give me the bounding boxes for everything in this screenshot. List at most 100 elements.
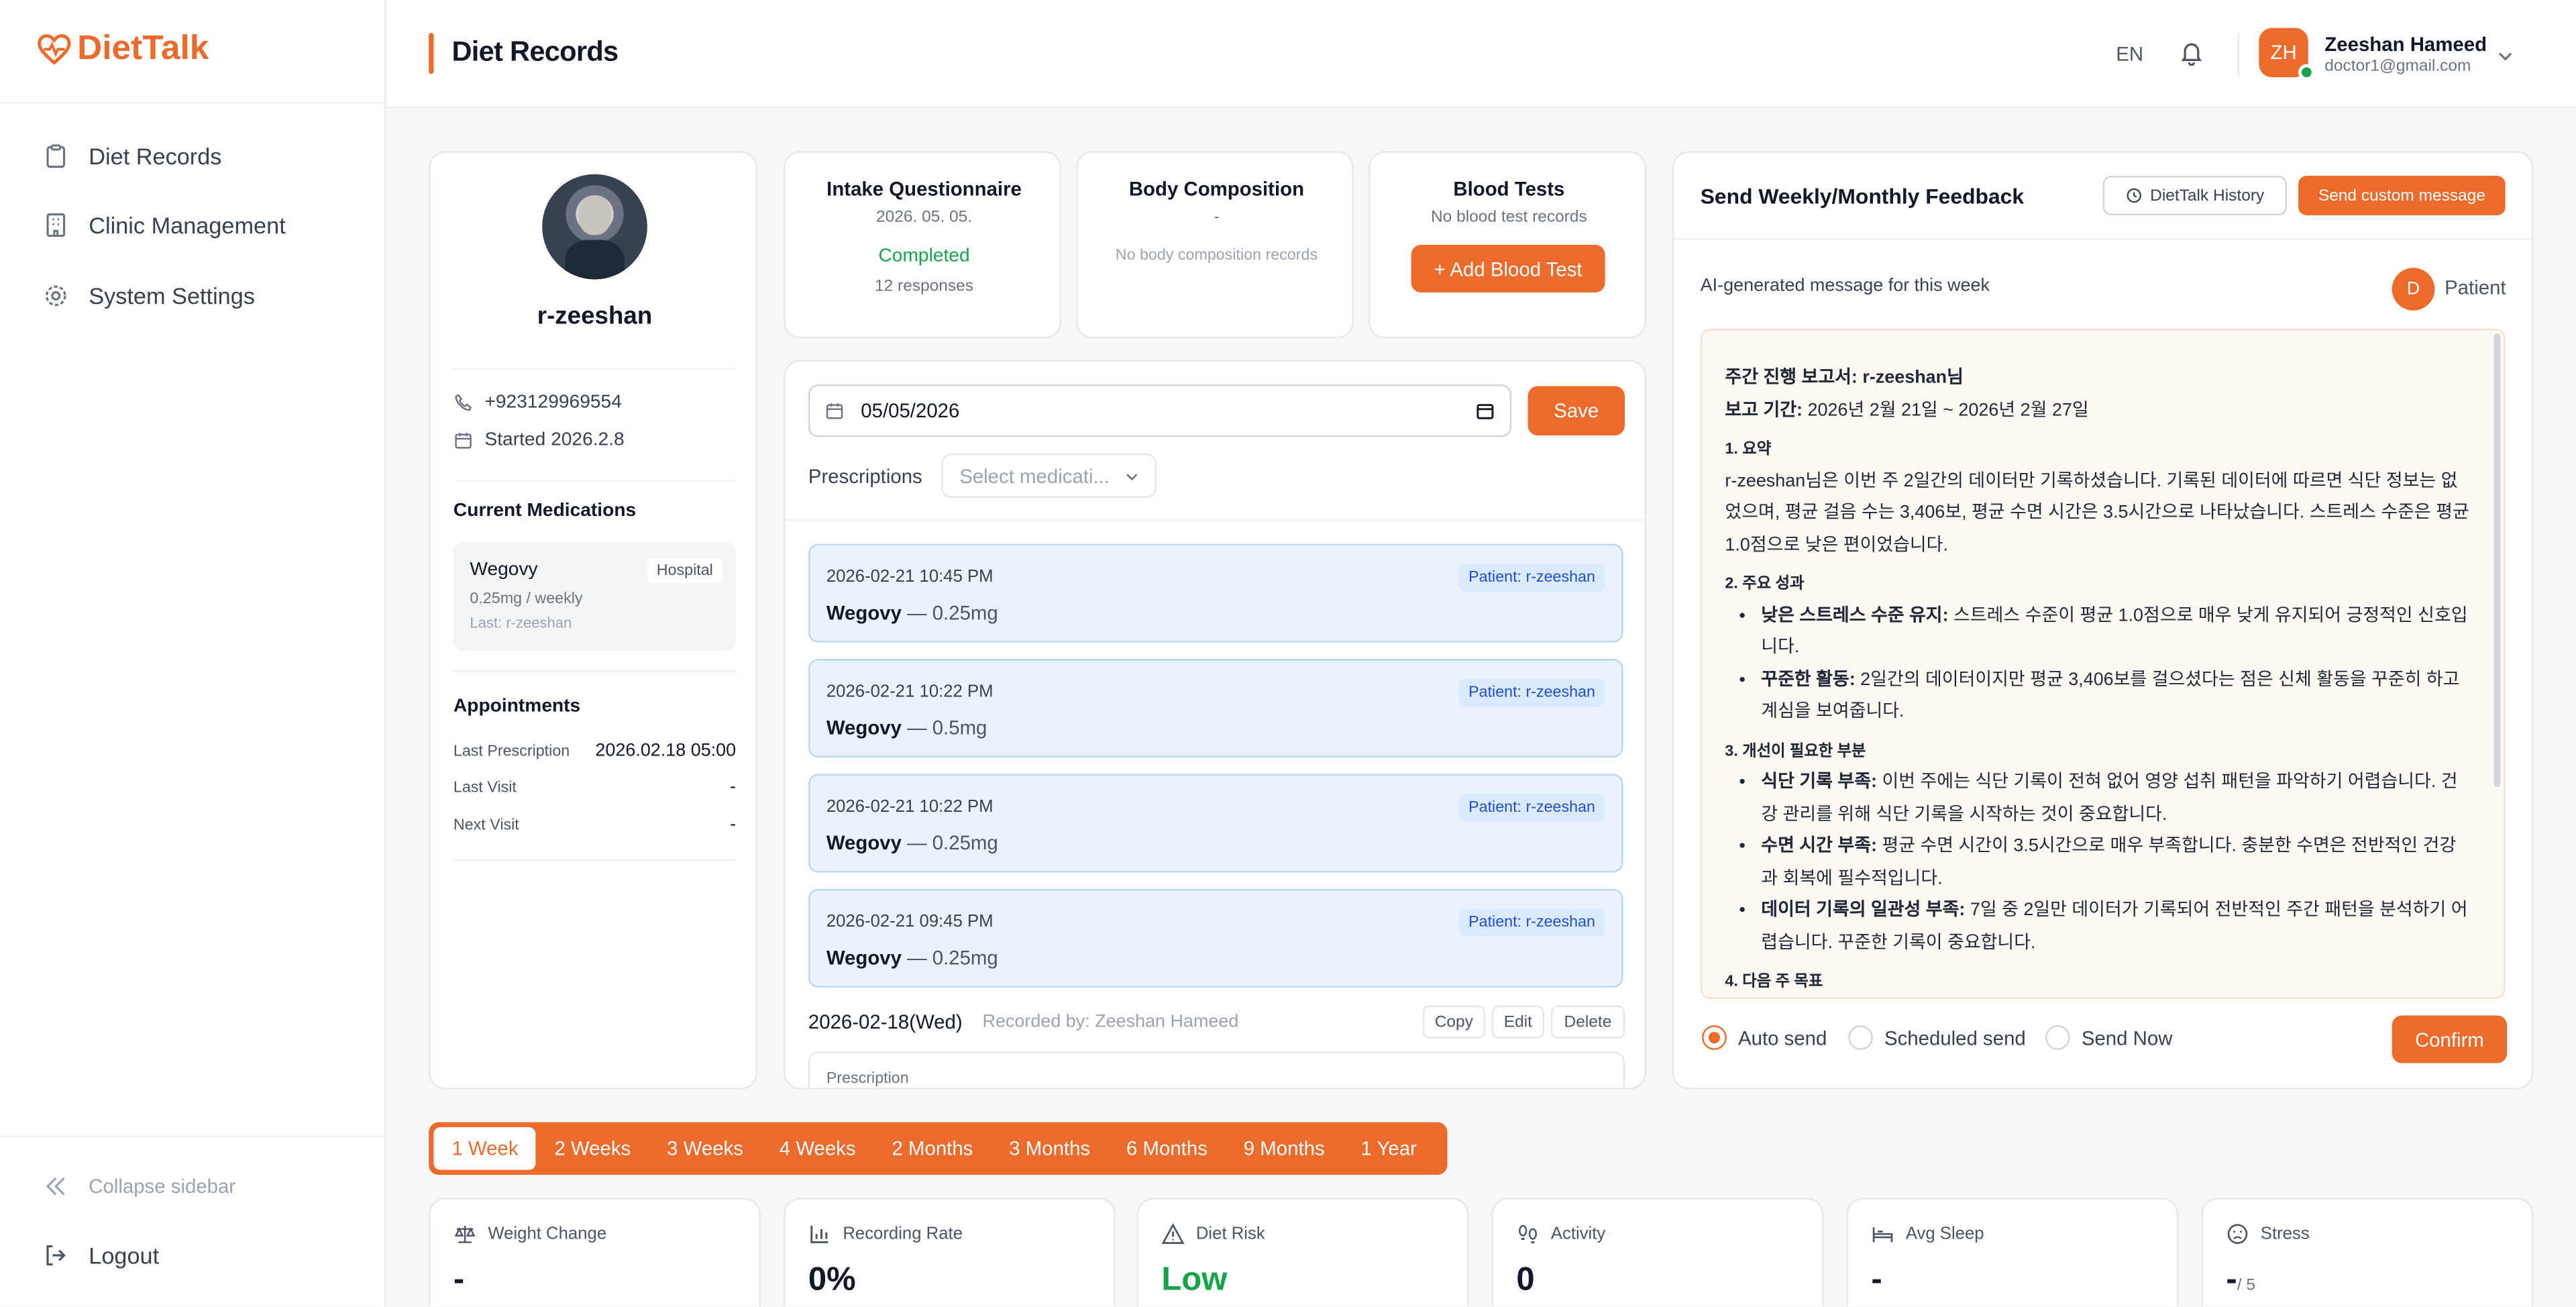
collapse-sidebar-button[interactable]: Collapse sidebar: [43, 1173, 235, 1200]
body-composition-card[interactable]: Body Composition - No body composition r…: [1076, 151, 1354, 339]
calendar-icon: [455, 433, 472, 449]
prescription-record[interactable]: 2026-02-21 10:22 PM Patient: r-zeeshan W…: [808, 659, 1623, 757]
patient-avatar: [542, 174, 647, 280]
warning-icon: [1161, 1222, 1185, 1245]
edit-button[interactable]: Edit: [1491, 1005, 1545, 1039]
diettalk-history-button[interactable]: DietTalk History: [2102, 176, 2287, 215]
record-medication: Wegovy — 0.25mg: [826, 601, 998, 624]
user-email: doctor1@gmail.com: [2324, 57, 2471, 76]
day-label: 2026-02-18(Wed): [808, 1010, 963, 1034]
med-dose: — 0.5mg: [901, 716, 987, 740]
record-datetime: 2026-02-21 09:45 PM: [826, 912, 994, 932]
chevron-down-icon[interactable]: [2496, 44, 2515, 74]
stat-label-text: Stress: [2260, 1224, 2310, 1244]
prescription-record[interactable]: 2026-02-21 10:22 PM Patient: r-zeeshan W…: [808, 774, 1623, 873]
divider: [453, 859, 737, 861]
stat-value: -: [1871, 1261, 1882, 1298]
stat-label-text: Recording Rate: [843, 1224, 963, 1244]
period-option-6-months[interactable]: 6 Months: [1108, 1127, 1226, 1170]
confirm-button[interactable]: Confirm: [2392, 1015, 2508, 1063]
date-input[interactable]: 05/05/2026: [808, 384, 1512, 437]
medication-card[interactable]: Wegovy Hospital 0.25mg / weekly Last: r-…: [453, 542, 737, 651]
subsection-label: Prescription: [826, 1069, 909, 1088]
add-blood-test-button[interactable]: + Add Blood Test: [1411, 244, 1605, 293]
prescriptions-label: Prescriptions: [808, 465, 922, 488]
divider: [0, 1135, 386, 1137]
history-label: DietTalk History: [2150, 186, 2265, 205]
scale-icon: [454, 1225, 476, 1243]
auto-send-radio[interactable]: Auto send: [1702, 1025, 1827, 1050]
sidebar: DietTalk Diet Records Clinic Management …: [0, 0, 386, 1306]
period-option-1-year[interactable]: 1 Year: [1343, 1127, 1435, 1170]
prescription-record[interactable]: 2026-02-21 10:45 PM Patient: r-zeeshan W…: [808, 543, 1623, 643]
body-comp-value: -: [1214, 209, 1220, 227]
period-option-2-months[interactable]: 2 Months: [874, 1127, 991, 1170]
medication-dose: 0.25mg / weekly: [470, 590, 583, 609]
item-bold: 수면 시간 부족:: [1761, 836, 1877, 856]
intake-questionnaire-card[interactable]: Intake Questionnaire 2026. 05. 05. Compl…: [784, 151, 1062, 339]
period-option-9-months[interactable]: 9 Months: [1226, 1127, 1343, 1170]
app-logo[interactable]: DietTalk: [36, 30, 209, 69]
period-option-2-weeks[interactable]: 2 Weeks: [537, 1127, 649, 1170]
send-now-radio[interactable]: Send Now: [2045, 1025, 2172, 1050]
stat-card-weight-change: Weight Change -: [429, 1198, 761, 1306]
medication-select[interactable]: Select medicati...: [941, 453, 1157, 499]
date-picker-icon[interactable]: [1475, 401, 1495, 421]
report-list-item: 데이터 기록의 일관성 부족: 7일 중 2일만 데이터가 기록되어 전반적인 …: [1761, 896, 2472, 960]
feedback-title: Send Weekly/Monthly Feedback: [1700, 184, 2025, 209]
select-placeholder: Select medicati...: [959, 465, 1110, 488]
patient-tag: Patient: r-zeeshan: [1458, 678, 1605, 707]
period-option-3-weeks[interactable]: 3 Weeks: [649, 1127, 761, 1170]
delete-button[interactable]: Delete: [1550, 1005, 1625, 1039]
stat-card-recording-rate: Recording Rate 0%: [784, 1198, 1116, 1306]
scheduled-send-radio[interactable]: Scheduled send: [1848, 1025, 2026, 1050]
report-textbox[interactable]: 주간 진행 보고서: r-zeeshan님 보고 기간: 2026년 2월 21…: [1700, 328, 2506, 999]
period-option-1-week[interactable]: 1 Week: [433, 1127, 537, 1170]
medication-name: Wegovy: [470, 560, 538, 580]
record-datetime: 2026-02-21 10:22 PM: [826, 682, 994, 702]
sidebar-item-diet-records[interactable]: Diet Records: [43, 143, 221, 169]
period-option-4-weeks[interactable]: 4 Weeks: [761, 1127, 874, 1170]
stat-label: Activity: [1516, 1222, 1605, 1245]
patient-started: Started 2026.2.8: [453, 431, 625, 450]
intake-title: Intake Questionnaire: [826, 177, 1022, 201]
report-section-heading: 4. 다음 주 목표: [1725, 972, 1823, 991]
stat-value: 0: [1516, 1261, 1535, 1298]
stat-card-diet-risk: Diet Risk Low: [1136, 1198, 1469, 1306]
stat-value: - / 5: [2226, 1262, 2255, 1300]
save-button[interactable]: Save: [1527, 386, 1625, 435]
recipient-avatar: D: [2392, 268, 2435, 311]
medication-last: Last: r-zeeshan: [470, 614, 572, 631]
stat-card-avg-sleep: Avg Sleep -: [1846, 1198, 2179, 1306]
logout-button[interactable]: Logout: [43, 1242, 159, 1269]
bell-icon[interactable]: [2178, 40, 2204, 74]
send-custom-message-button[interactable]: Send custom message: [2298, 176, 2506, 215]
stat-label-text: Diet Risk: [1195, 1224, 1265, 1244]
report-title: 주간 진행 보고서: r-zeeshan님: [1725, 368, 1964, 388]
bar-chart-icon: [810, 1225, 828, 1243]
med-name: Wegovy: [826, 716, 902, 740]
sidebar-item-clinic-management[interactable]: Clinic Management: [43, 212, 286, 238]
phone-text: +923129969554: [484, 393, 622, 413]
appointment-value: -: [730, 815, 737, 835]
feedback-panel: Send Weekly/Monthly Feedback DietTalk Hi…: [1672, 151, 2534, 1090]
report-list-item: 낮은 스트레스 수준 유지: 스트레스 수준이 평균 1.0점으로 매우 낮게 …: [1761, 600, 2472, 665]
sidebar-item-system-settings[interactable]: System Settings: [43, 282, 255, 309]
radio-checked-icon: [1702, 1025, 1727, 1050]
language-switch[interactable]: EN: [2116, 43, 2143, 66]
top-header: Diet Records EN ZH Zeeshan Hameed doctor…: [386, 0, 2576, 109]
record-medication: Wegovy — 0.25mg: [826, 831, 998, 854]
stat-label-text: Weight Change: [488, 1224, 607, 1244]
collapse-label: Collapse sidebar: [89, 1175, 236, 1198]
item-bold: 데이터 기록의 일관성 부족:: [1761, 900, 1966, 921]
scrollbar[interactable]: [2493, 333, 2501, 788]
copy-button[interactable]: Copy: [1422, 1005, 1485, 1039]
radio-label: Send Now: [2081, 1026, 2173, 1049]
period-option-3-months[interactable]: 3 Months: [991, 1127, 1108, 1170]
report-paragraph: r-zeeshan님은 이번 주 2일간의 데이터만 기록하셨습니다. 기록된 …: [1725, 470, 2469, 555]
report-section-heading: 2. 주요 성과: [1725, 575, 1805, 594]
med-dose: — 0.25mg: [901, 946, 998, 970]
prescription-record[interactable]: 2026-02-21 09:45 PM Patient: r-zeeshan W…: [808, 888, 1623, 988]
appointment-label: Next Visit: [453, 817, 519, 835]
stat-label: Avg Sleep: [1871, 1222, 1984, 1245]
